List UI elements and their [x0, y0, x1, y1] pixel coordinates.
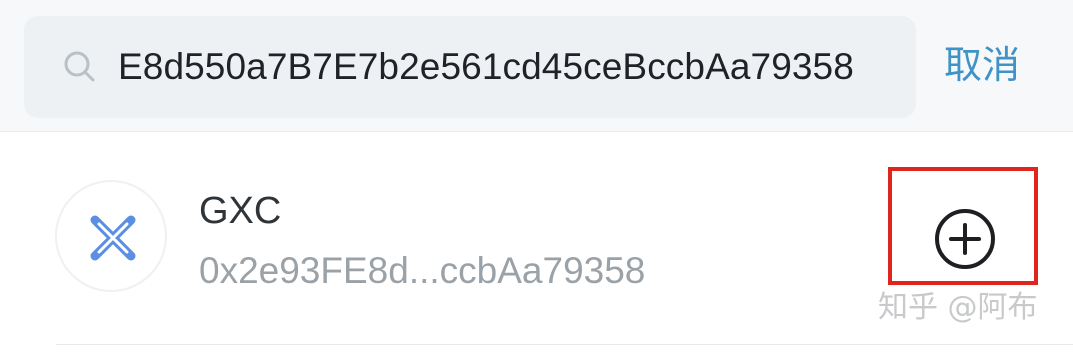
plus-circle-icon[interactable]	[932, 206, 998, 272]
token-address: 0x2e93FE8d...ccbAa79358	[199, 250, 646, 291]
watermark-text: 知乎 @阿布	[878, 290, 1038, 325]
gxc-logo-icon	[55, 180, 167, 292]
search-box[interactable]: E8d550a7B7E7b2e561cd45ceBccbAa79358	[24, 16, 916, 118]
token-symbol: GXC	[199, 190, 282, 232]
cancel-button[interactable]: 取消	[944, 37, 1020, 93]
list-divider	[56, 344, 1073, 345]
search-header: E8d550a7B7E7b2e561cd45ceBccbAa79358 取消	[0, 0, 1073, 132]
search-icon	[64, 51, 95, 82]
search-input[interactable]: E8d550a7B7E7b2e561cd45ceBccbAa79358	[118, 41, 854, 93]
gxc-logo-mark	[90, 215, 136, 261]
